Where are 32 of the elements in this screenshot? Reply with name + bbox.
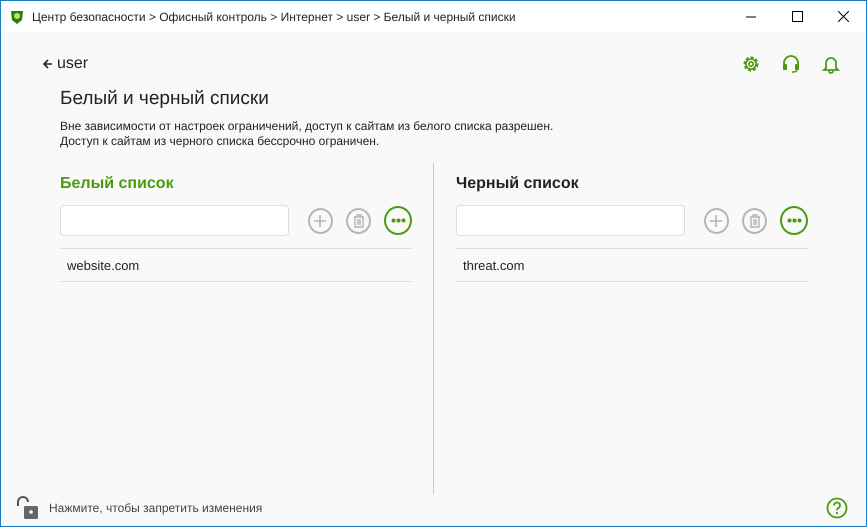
plus-icon [709, 214, 724, 228]
back-link[interactable]: user [43, 55, 88, 73]
description-text: Вне зависимости от настроек ограничений, доступ к сайтам из белого списка разрешен. [60, 119, 554, 134]
site-row[interactable]: website.com [60, 249, 412, 282]
help-icon[interactable] [826, 497, 848, 519]
description-text: Доступ к сайтам из черного списка бессрочно ограничен. [60, 134, 380, 149]
page-title: Белый и черный списки [60, 88, 270, 110]
headset-icon[interactable] [781, 54, 801, 74]
dots-icon [786, 218, 802, 223]
dots-icon [390, 218, 406, 223]
status-text[interactable]: Нажмите, чтобы запретить изменения [49, 501, 826, 515]
site-input-field[interactable] [456, 205, 685, 236]
arrow-left-icon [43, 59, 53, 69]
unlocked-lock-icon[interactable] [15, 496, 41, 520]
site-input-field[interactable] [60, 205, 289, 236]
site-row[interactable]: threat.com [456, 249, 808, 282]
more-button[interactable] [384, 206, 412, 235]
close-icon [838, 11, 848, 22]
add-button[interactable] [308, 208, 334, 234]
delete-button[interactable] [742, 208, 768, 234]
delete-button[interactable] [346, 208, 372, 234]
window-title: Центр безопасности > Офисный контроль > Интернет > user > Белый и черный списки [32, 10, 517, 24]
app-logo-icon [9, 8, 25, 24]
list-heading[interactable]: Черный список [456, 175, 808, 193]
trash-icon [352, 214, 366, 228]
trash-icon [748, 214, 762, 228]
bell-icon[interactable] [821, 54, 841, 74]
plus-icon [313, 214, 328, 228]
settings-icon[interactable] [741, 54, 761, 74]
maximize-icon [792, 11, 802, 22]
add-button[interactable] [704, 208, 730, 234]
more-button[interactable] [780, 206, 808, 235]
